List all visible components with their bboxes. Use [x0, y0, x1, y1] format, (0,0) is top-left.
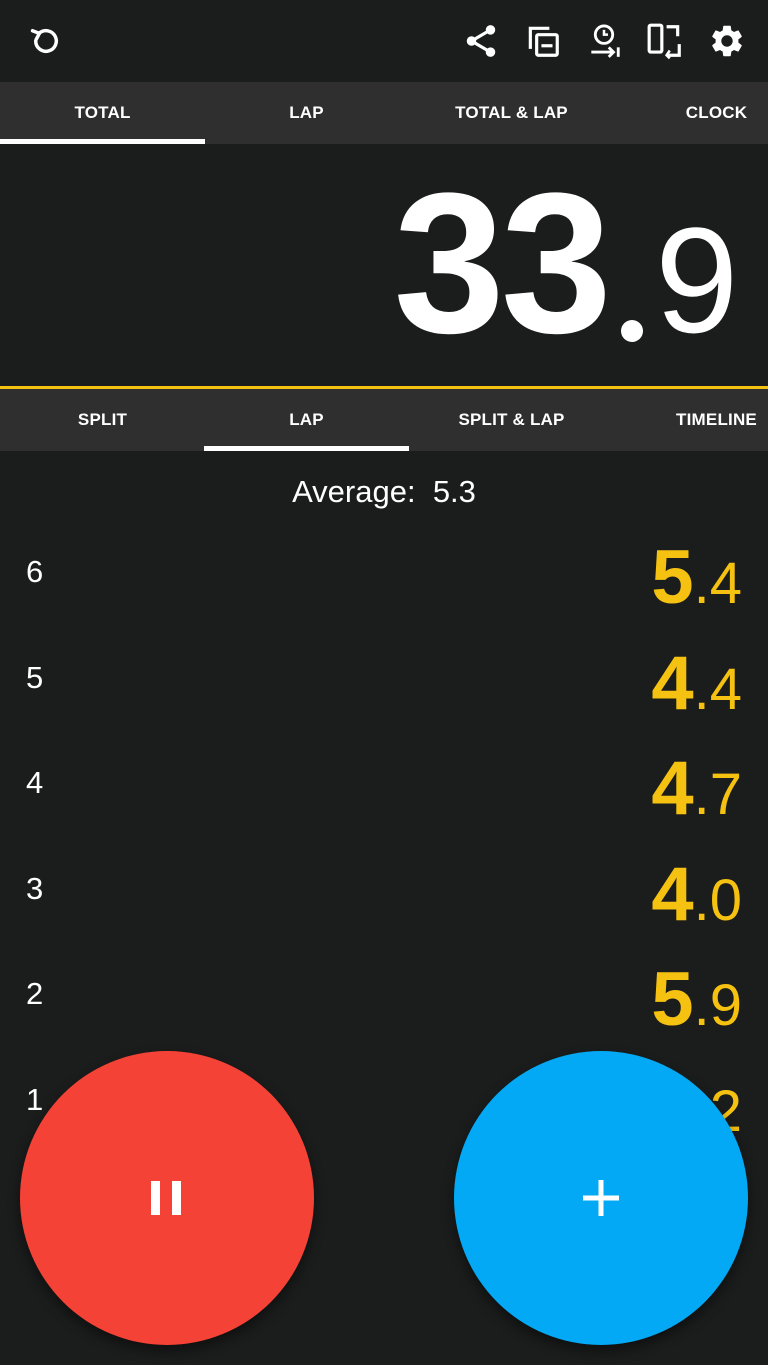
settings-icon [712, 25, 742, 57]
tab-split[interactable]: SPLIT [0, 389, 205, 451]
layout-switch-button[interactable] [642, 18, 688, 64]
lap-number: 2 [26, 976, 44, 1012]
lap-number: 3 [26, 870, 44, 906]
timer-export-button[interactable] [581, 18, 627, 64]
list-item[interactable]: 5 4.4 [0, 622, 768, 728]
lap-time-seconds: 5 [651, 535, 694, 620]
timer-mode-tabs: TOTAL LAP TOTAL & LAP CLOCK [0, 82, 768, 144]
pause-icon [151, 1181, 181, 1215]
tab-total-and-lap[interactable]: TOTAL & LAP [409, 82, 614, 144]
lap-time-tenths: .9 [693, 973, 742, 1039]
lap-time-tenths: .7 [693, 762, 742, 828]
copy-icon [528, 26, 559, 57]
lap-time-tenths: .0 [693, 867, 742, 933]
lap-list: 6 5.4 5 4.4 4 4.7 3 4.0 2 5.9 1 4.2 [0, 516, 768, 1150]
add-lap-button[interactable] [454, 1051, 748, 1345]
timer-decimal-point [621, 320, 643, 342]
tab-timeline[interactable]: TIMELINE [614, 389, 768, 451]
list-item[interactable]: 4 4.7 [0, 727, 768, 833]
list-item[interactable]: 6 5.4 [0, 516, 768, 622]
plus-icon [583, 1180, 619, 1216]
reset-button[interactable] [23, 18, 69, 64]
average-summary: Average: 5.3 [0, 474, 768, 510]
layout-switch-icon [647, 23, 681, 60]
lap-number: 6 [26, 554, 44, 589]
timer-seconds: 33 [393, 152, 612, 375]
lap-time-tenths: .4 [693, 551, 742, 616]
lap-time: 5.9 [651, 956, 742, 1043]
average-label: Average: [292, 474, 416, 509]
lap-number: 5 [26, 659, 44, 695]
toolbar [0, 0, 768, 82]
reset-icon [30, 28, 58, 53]
list-item[interactable]: 2 5.9 [0, 938, 768, 1044]
tab-lap-list[interactable]: LAP [204, 389, 409, 451]
average-value: 5.3 [432, 474, 476, 509]
average-gap [416, 474, 433, 509]
pause-button[interactable] [20, 1051, 314, 1345]
list-mode-tabs: SPLIT LAP SPLIT & LAP TIMELINE [0, 389, 768, 451]
tab-clock[interactable]: CLOCK [614, 82, 768, 144]
settings-button[interactable] [704, 18, 750, 64]
lap-time-seconds: 4 [651, 640, 694, 726]
list-item[interactable]: 3 4.0 [0, 833, 768, 939]
lap-time-seconds: 4 [651, 851, 694, 937]
lap-time: 4.7 [651, 745, 742, 832]
copy-button[interactable] [520, 18, 566, 64]
share-icon [466, 25, 496, 57]
lap-time: 4.4 [651, 640, 742, 727]
lap-time: 4.0 [651, 851, 742, 938]
timer-tenths: 9 [655, 196, 739, 364]
share-button[interactable] [458, 18, 504, 64]
tab-lap[interactable]: LAP [204, 82, 409, 144]
lap-time: 5.4 [651, 534, 742, 621]
lap-time-seconds: 4 [651, 746, 694, 832]
timer-export-icon [591, 24, 620, 58]
lap-time-seconds: 5 [651, 957, 694, 1043]
timer-display [0, 144, 768, 386]
lap-time-tenths: .4 [693, 656, 742, 722]
tab-split-and-lap[interactable]: SPLIT & LAP [409, 389, 614, 451]
lap-number: 4 [26, 765, 44, 801]
tab-total[interactable]: TOTAL [0, 82, 205, 144]
lap-number: 1 [26, 1081, 44, 1117]
